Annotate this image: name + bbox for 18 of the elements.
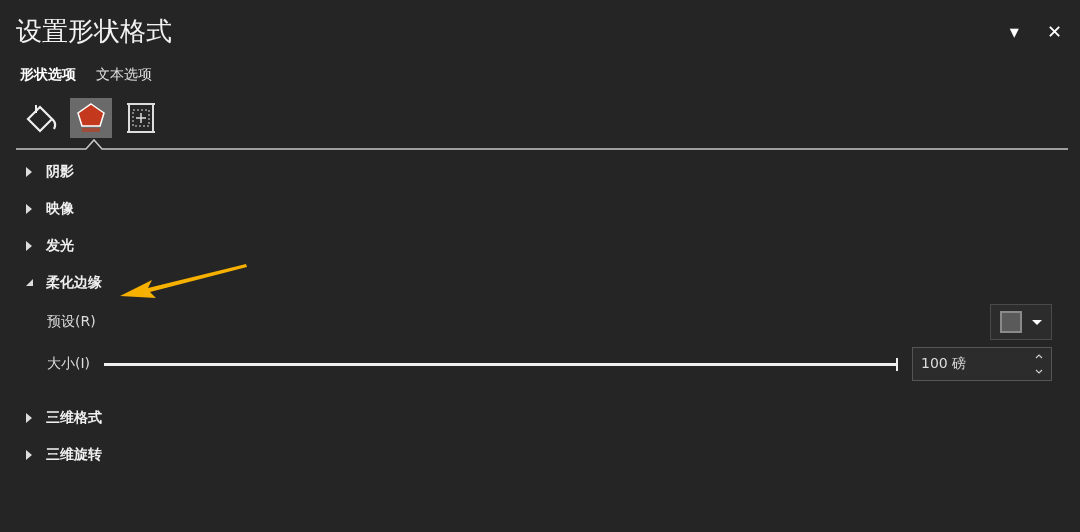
section-header[interactable]: 三维格式 (16, 399, 102, 436)
pentagon-icon (75, 101, 107, 135)
section-header[interactable]: 柔化边缘 (16, 264, 102, 301)
size-spinner[interactable]: 100 磅 (912, 347, 1052, 381)
close-button[interactable]: ✕ (1042, 18, 1066, 44)
setting-label: 预设(R) (47, 313, 96, 331)
preset-dropdown[interactable] (990, 304, 1052, 340)
pentagon-tab[interactable] (70, 98, 112, 138)
options-tab[interactable]: 文本选项 (92, 64, 156, 86)
section-header[interactable]: 阴影 (16, 153, 74, 190)
layout-icon (124, 101, 158, 135)
setting-label: 大小(I) (47, 355, 91, 373)
section-header[interactable]: 发光 (16, 227, 74, 264)
section-header[interactable]: 映像 (16, 190, 74, 227)
section-header[interactable]: 三维旋转 (16, 436, 102, 473)
pane-options-button[interactable]: ▾ (1005, 18, 1023, 44)
pane-title: 设置形状格式 (16, 14, 172, 48)
options-tab[interactable]: 形状选项 (16, 64, 80, 86)
